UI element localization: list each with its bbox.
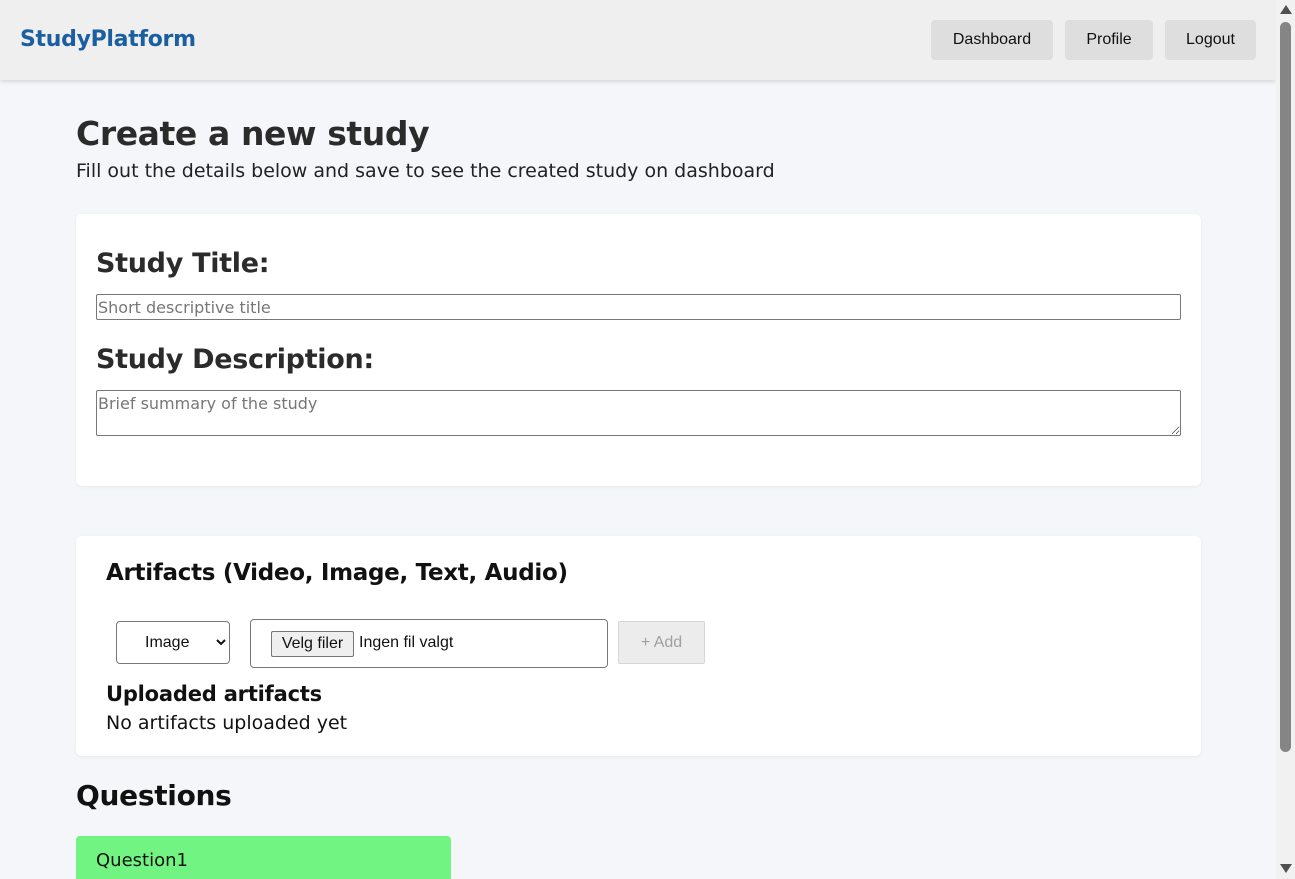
page-title: Create a new study [76, 114, 430, 153]
artifact-type-select[interactable]: Image [116, 621, 230, 664]
scroll-thumb[interactable] [1280, 22, 1291, 752]
artifacts-card: Artifacts (Video, Image, Text, Audio) Im… [76, 536, 1201, 756]
scroll-up-icon[interactable] [1280, 5, 1292, 14]
profile-button[interactable]: Profile [1065, 20, 1153, 60]
question-item[interactable]: Question1 [76, 836, 451, 879]
page-subtitle: Fill out the details below and save to s… [76, 160, 775, 182]
study-title-input[interactable] [96, 294, 1181, 320]
questions-heading: Questions [76, 779, 232, 812]
dashboard-button[interactable]: Dashboard [931, 20, 1053, 60]
study-title-label: Study Title: [96, 248, 270, 279]
file-status: Ingen fil valgt [359, 634, 454, 651]
artifacts-heading: Artifacts (Video, Image, Text, Audio) [106, 560, 568, 586]
file-picker[interactable]: Velg filer Ingen fil valgt [250, 619, 608, 668]
page: StudyPlatform Dashboard Profile Logout C… [0, 0, 1276, 879]
brand-logo[interactable]: StudyPlatform [20, 27, 196, 52]
study-details-card: Study Title: Study Description: [76, 214, 1201, 486]
scroll-down-icon[interactable] [1280, 864, 1292, 873]
uploaded-artifacts-empty: No artifacts uploaded yet [106, 712, 348, 734]
uploaded-artifacts-heading: Uploaded artifacts [106, 682, 322, 706]
logout-button[interactable]: Logout [1165, 20, 1256, 60]
question-label: Question1 [96, 850, 188, 871]
study-description-input[interactable] [96, 390, 1181, 436]
study-description-label: Study Description: [96, 344, 374, 375]
choose-file-button[interactable]: Velg filer [271, 631, 354, 657]
vertical-scrollbar[interactable] [1276, 0, 1295, 879]
top-header: StudyPlatform Dashboard Profile Logout [0, 0, 1276, 80]
add-artifact-button[interactable]: + Add [618, 621, 705, 664]
